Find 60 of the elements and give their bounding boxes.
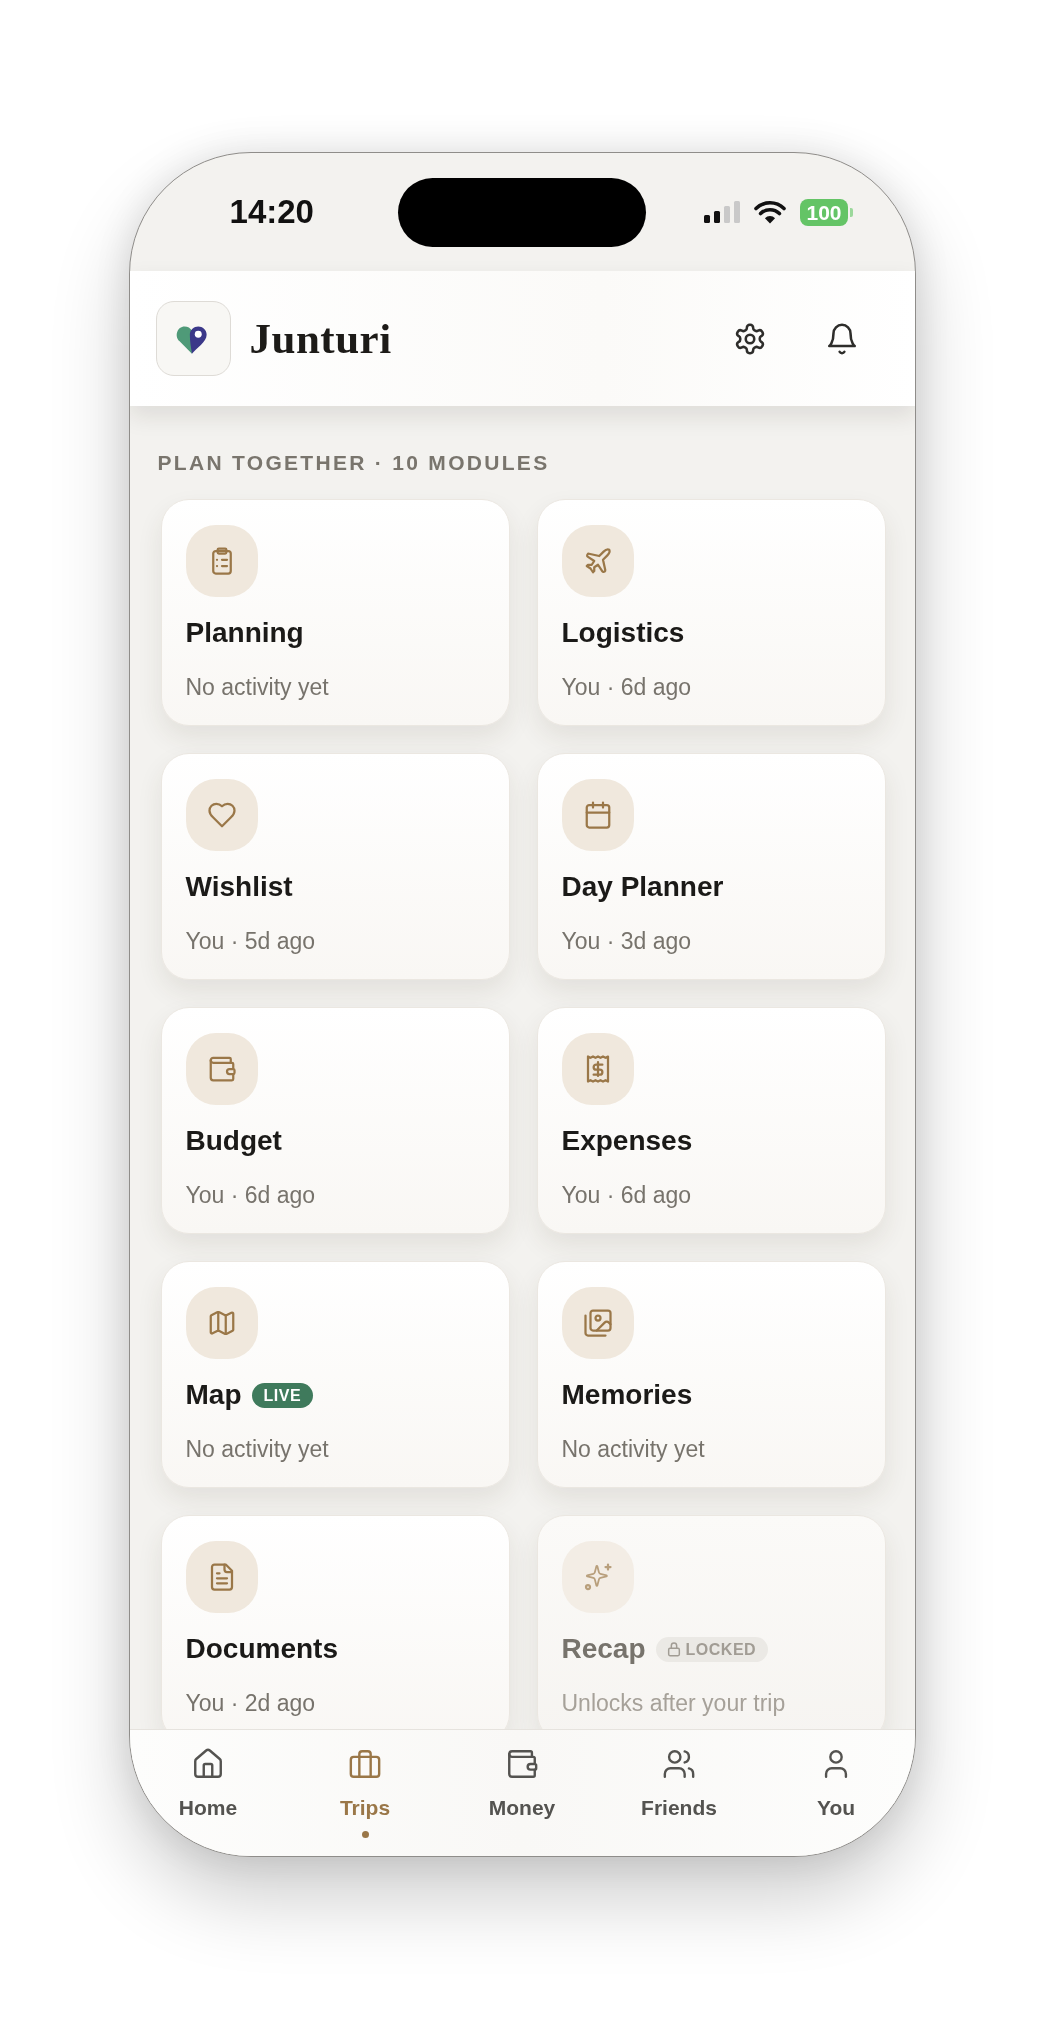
selected-dot-icon xyxy=(361,1831,369,1838)
module-title: Expenses xyxy=(561,1124,693,1158)
module-title: Budget xyxy=(185,1124,282,1158)
document-icon xyxy=(185,1541,258,1613)
heart-icon xyxy=(185,779,258,851)
wallet-icon xyxy=(505,1747,539,1781)
badge-label: LOCKED xyxy=(685,1639,757,1660)
module-title: Wishlist xyxy=(185,870,293,904)
module-title: Logistics xyxy=(561,616,685,650)
module-card[interactable]: Memories No activity yet xyxy=(536,1261,886,1488)
module-title: Memories xyxy=(561,1378,693,1412)
module-status: You · 6d ago xyxy=(185,1181,316,1209)
module-card[interactable]: Budget You · 6d ago xyxy=(160,1007,510,1234)
module-title: Documents xyxy=(185,1632,338,1666)
module-card[interactable]: Expenses You · 6d ago xyxy=(536,1007,886,1234)
module-status: Unlocks after your trip xyxy=(561,1689,786,1717)
logo-icon xyxy=(155,301,231,376)
module-card[interactable]: Documents You · 2d ago xyxy=(160,1515,510,1729)
nav-tab[interactable]: Trips xyxy=(335,1747,395,1838)
module-card[interactable]: Day Planner You · 3d ago xyxy=(536,753,886,980)
images-icon xyxy=(561,1287,634,1359)
plane-icon xyxy=(561,525,634,597)
module-card[interactable]: Wishlist You · 5d ago xyxy=(160,753,510,980)
module-card[interactable]: Recap LOCKED Unlocks after your trip xyxy=(536,1515,886,1729)
module-status: No activity yet xyxy=(185,673,329,701)
module-card[interactable]: Planning No activity yet xyxy=(160,499,510,726)
module-status: No activity yet xyxy=(561,1435,705,1463)
battery-indicator: 100 xyxy=(800,198,853,226)
module-title: Recap xyxy=(561,1632,646,1666)
calendar-icon xyxy=(561,779,634,851)
module-title: Day Planner xyxy=(561,870,724,904)
nav-tab[interactable]: Home xyxy=(174,1747,242,1821)
nav-tab[interactable]: Friends xyxy=(637,1747,721,1821)
module-card[interactable]: Map LIVE No activity yet xyxy=(160,1261,510,1488)
module-status: You · 6d ago xyxy=(561,1181,692,1209)
module-status: No activity yet xyxy=(185,1435,329,1463)
module-card[interactable]: Logistics You · 6d ago xyxy=(536,499,886,726)
live-badge: LIVE xyxy=(251,1382,314,1408)
module-title: Map xyxy=(185,1378,242,1412)
app-title: Junturi xyxy=(249,314,392,363)
module-status: You · 6d ago xyxy=(561,673,692,701)
receipt-icon xyxy=(561,1033,634,1105)
module-status: You · 3d ago xyxy=(561,927,692,955)
section-heading: PLAN TOGETHER · 10 MODULES xyxy=(157,450,551,476)
people-icon xyxy=(662,1747,696,1781)
suitcase-icon xyxy=(348,1747,382,1781)
module-status: You · 5d ago xyxy=(185,927,316,955)
status-time: 14:20 xyxy=(229,193,314,231)
sparkle-icon xyxy=(561,1541,634,1613)
nav-tab[interactable]: Money xyxy=(484,1747,560,1821)
clipboard-icon xyxy=(185,525,258,597)
lock-icon xyxy=(665,1641,682,1657)
module-status: You · 2d ago xyxy=(185,1689,316,1717)
signal-icon xyxy=(704,201,741,223)
home-icon xyxy=(191,1747,225,1781)
nav-tab[interactable]: You xyxy=(812,1747,860,1821)
module-title: Planning xyxy=(185,616,304,650)
wifi-icon xyxy=(754,200,787,224)
map-icon xyxy=(185,1287,258,1359)
wallet-icon xyxy=(185,1033,258,1105)
